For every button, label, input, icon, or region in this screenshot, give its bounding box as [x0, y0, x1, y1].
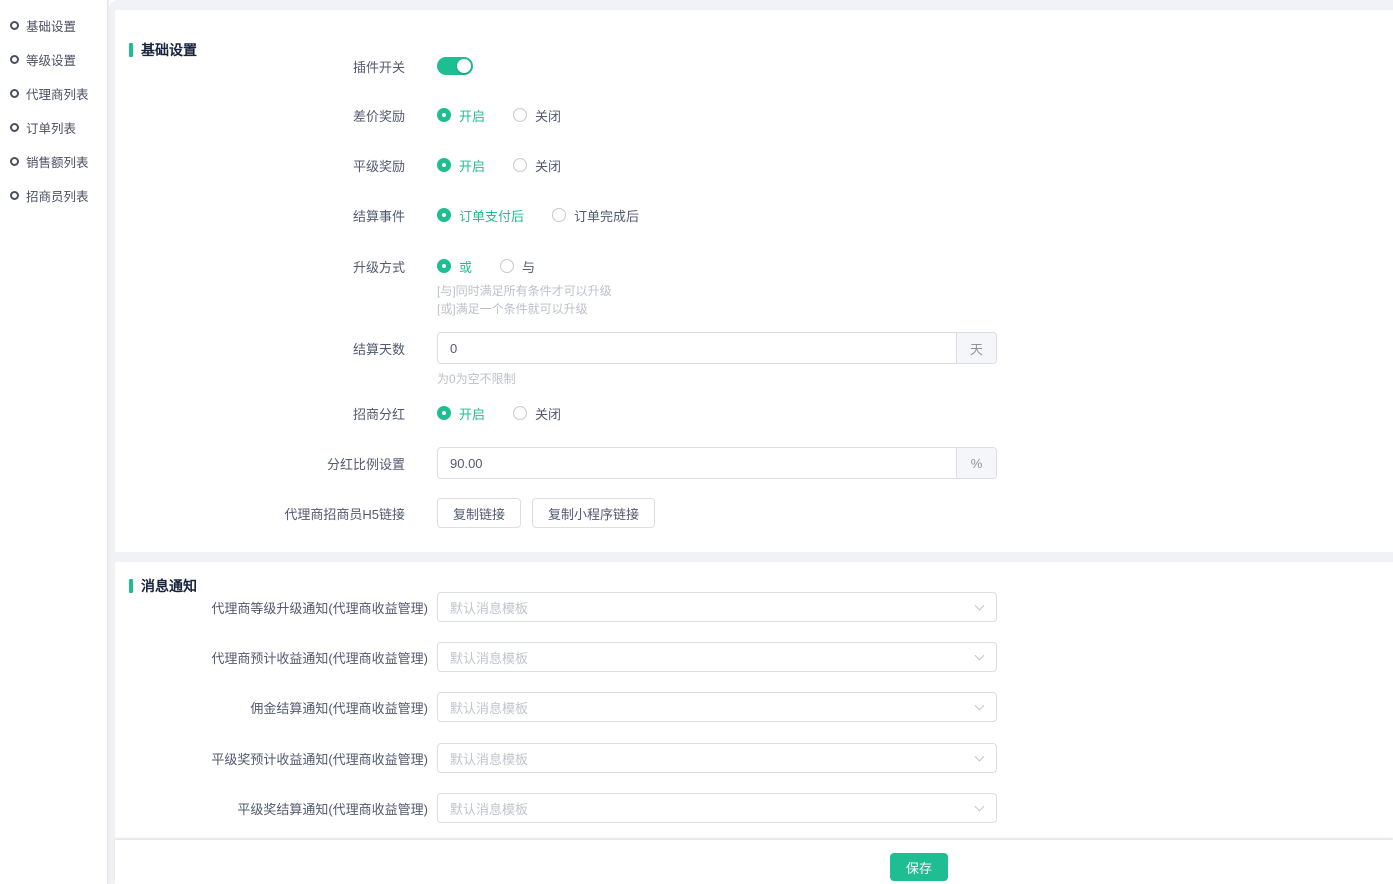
circle-icon	[10, 55, 19, 64]
price-reward-label: 差价奖励	[115, 106, 405, 125]
radio-label: 关闭	[535, 156, 561, 175]
radio-option-price-reward-off[interactable]: 关闭	[513, 106, 561, 125]
dividend-ratio-label: 分红比例设置	[115, 454, 405, 473]
chevron-down-icon	[975, 752, 985, 762]
sidebar-item-label: 招商员列表	[26, 186, 89, 205]
chevron-down-icon	[975, 701, 985, 711]
dividend-ratio-input[interactable]	[438, 448, 956, 478]
chevron-down-icon	[975, 651, 985, 661]
radio-off-icon	[513, 108, 527, 122]
radio-on-icon	[437, 406, 451, 420]
settle-days-unit: 天	[956, 333, 996, 363]
radio-label: 或	[459, 257, 472, 276]
radio-option-settle-after-complete[interactable]: 订单完成后	[552, 206, 639, 225]
basic-settings-card: 基础设置 插件开关 差价奖励 开启 关闭	[115, 10, 1393, 552]
sidebar-item-label: 等级设置	[26, 50, 76, 69]
radio-label: 订单完成后	[574, 206, 639, 225]
plugin-switch-label: 插件开关	[115, 57, 405, 76]
radio-option-price-reward-on[interactable]: 开启	[437, 106, 485, 125]
sidebar-item-sales-list[interactable]: 销售额列表	[0, 144, 107, 178]
sidebar-item-level-settings[interactable]: 等级设置	[0, 42, 107, 76]
save-button[interactable]: 保存	[890, 853, 948, 881]
circle-icon	[10, 123, 19, 132]
notify-template-select-level-reward-expected[interactable]: 默认消息模板	[437, 743, 997, 773]
radio-label: 开启	[459, 404, 485, 423]
radio-off-icon	[513, 406, 527, 420]
settle-days-input-group: 天	[437, 332, 997, 364]
recruit-dividend-label: 招商分红	[115, 404, 405, 423]
radio-label: 关闭	[535, 106, 561, 125]
notify-row-label: 代理商预计收益通知(代理商收益管理)	[115, 648, 428, 667]
main-content: 基础设置 插件开关 差价奖励 开启 关闭	[115, 0, 1393, 884]
plugin-switch-toggle[interactable]	[437, 57, 473, 75]
radio-off-icon	[552, 208, 566, 222]
sidebar-item-label: 基础设置	[26, 16, 76, 35]
sidebar-item-order-list[interactable]: 订单列表	[0, 110, 107, 144]
circle-icon	[10, 157, 19, 166]
notify-template-select-level-reward-settle[interactable]: 默认消息模板	[437, 793, 997, 823]
sidebar-item-agent-list[interactable]: 代理商列表	[0, 76, 107, 110]
level-reward-label: 平级奖励	[115, 156, 405, 175]
notify-row-label: 佣金结算通知(代理商收益管理)	[115, 698, 428, 717]
radio-option-recruit-dividend-off[interactable]: 关闭	[513, 404, 561, 423]
settle-days-label: 结算天数	[115, 339, 405, 358]
select-placeholder: 默认消息模板	[450, 799, 528, 818]
select-placeholder: 默认消息模板	[450, 698, 528, 717]
save-bar: 保存	[115, 840, 1393, 884]
radio-option-upgrade-and[interactable]: 与	[500, 257, 535, 276]
dividend-ratio-unit: %	[956, 448, 996, 478]
message-notify-card: 消息通知 代理商等级升级通知(代理商收益管理) 默认消息模板 代理商预计收益通知…	[115, 562, 1393, 838]
sidebar-item-label: 代理商列表	[26, 84, 89, 103]
radio-on-icon	[437, 259, 451, 273]
dividend-ratio-input-group: %	[437, 447, 997, 479]
copy-miniprogram-link-button[interactable]: 复制小程序链接	[532, 498, 655, 528]
radio-on-icon	[437, 108, 451, 122]
radio-label: 与	[522, 257, 535, 276]
radio-option-recruit-dividend-on[interactable]: 开启	[437, 404, 485, 423]
upgrade-mode-hint-and: [与]同时满足所有条件才可以升级	[437, 282, 612, 300]
sidebar-item-label: 销售额列表	[26, 152, 89, 171]
notify-template-select-expected-income[interactable]: 默认消息模板	[437, 642, 997, 672]
radio-label: 开启	[459, 156, 485, 175]
sidebar: 基础设置 等级设置 代理商列表 订单列表 销售额列表 招商员列表	[0, 0, 108, 884]
toggle-knob-icon	[457, 59, 471, 73]
sidebar-item-label: 订单列表	[26, 118, 76, 137]
copy-link-button[interactable]: 复制链接	[437, 498, 521, 528]
circle-icon	[10, 89, 19, 98]
notify-row-label: 平级奖预计收益通知(代理商收益管理)	[115, 749, 428, 768]
sidebar-item-recruiter-list[interactable]: 招商员列表	[0, 178, 107, 212]
select-placeholder: 默认消息模板	[450, 648, 528, 667]
upgrade-mode-label: 升级方式	[115, 257, 405, 276]
circle-icon	[10, 21, 19, 30]
circle-icon	[10, 191, 19, 200]
h5-link-label: 代理商招商员H5链接	[115, 504, 405, 523]
select-placeholder: 默认消息模板	[450, 749, 528, 768]
radio-on-icon	[437, 208, 451, 222]
radio-label: 开启	[459, 106, 485, 125]
radio-off-icon	[513, 158, 527, 172]
radio-label: 订单支付后	[459, 206, 524, 225]
radio-label: 关闭	[535, 404, 561, 423]
radio-on-icon	[437, 158, 451, 172]
radio-off-icon	[500, 259, 514, 273]
radio-option-level-reward-on[interactable]: 开启	[437, 156, 485, 175]
corner-decoration	[109, 0, 118, 9]
notify-template-select-commission-settle[interactable]: 默认消息模板	[437, 692, 997, 722]
sidebar-item-basic-settings[interactable]: 基础设置	[0, 8, 107, 42]
radio-option-settle-after-pay[interactable]: 订单支付后	[437, 206, 524, 225]
settle-event-label: 结算事件	[115, 206, 405, 225]
radio-option-upgrade-or[interactable]: 或	[437, 257, 472, 276]
settle-days-input[interactable]	[438, 333, 956, 363]
chevron-down-icon	[975, 802, 985, 812]
radio-option-level-reward-off[interactable]: 关闭	[513, 156, 561, 175]
settle-days-hint: 为0为空不限制	[437, 370, 516, 388]
chevron-down-icon	[975, 601, 985, 611]
upgrade-mode-hint-or: [或]满足一个条件就可以升级	[437, 300, 588, 318]
notify-row-label: 平级奖结算通知(代理商收益管理)	[115, 799, 428, 818]
select-placeholder: 默认消息模板	[450, 598, 528, 617]
notify-template-select-level-upgrade[interactable]: 默认消息模板	[437, 592, 997, 622]
notify-row-label: 代理商等级升级通知(代理商收益管理)	[115, 598, 428, 617]
